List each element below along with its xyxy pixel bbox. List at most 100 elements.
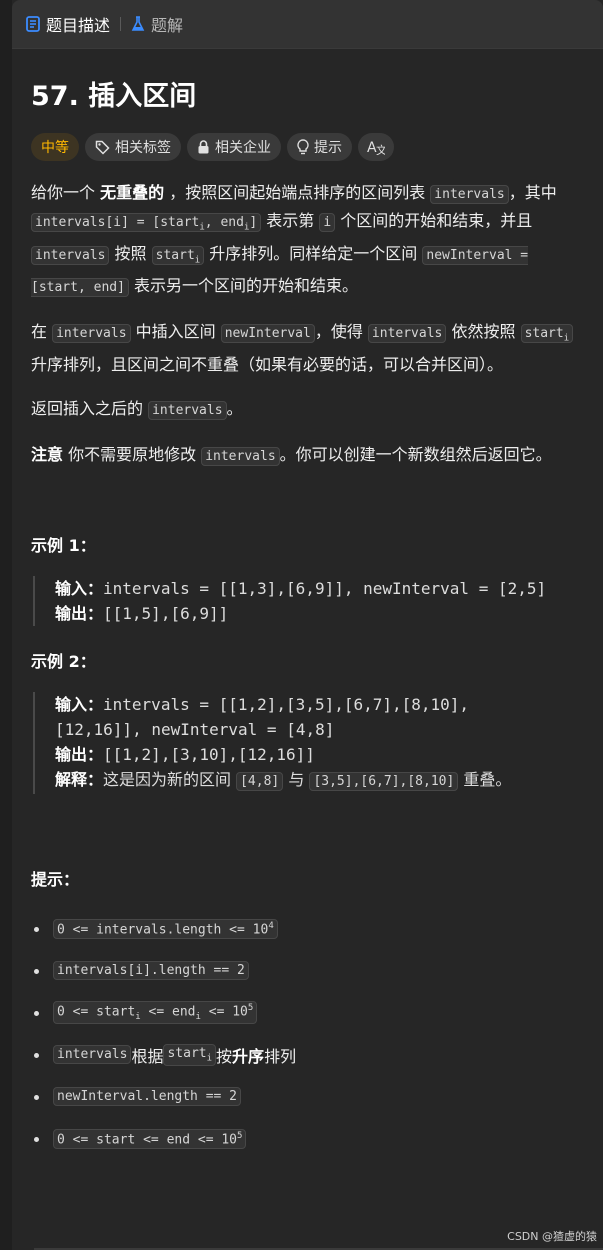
- inline-code: [3,5],[6,7],[8,10]: [309, 771, 459, 791]
- constraint-item: newInterval.length == 2: [31, 1076, 585, 1118]
- example-2-explanation-line: 解释：这是因为新的区间 [4,8] 与 [3,5],[6,7],[8,10] 重…: [55, 767, 585, 794]
- inline-code: starti: [520, 324, 574, 344]
- hint-label: 提示: [314, 140, 342, 156]
- code-text: <= end: [140, 1004, 196, 1020]
- inline-code: 0 <= intervals.length <= 104: [53, 918, 278, 939]
- code-text: , end: [204, 215, 244, 230]
- text: 中插入区间: [130, 322, 221, 342]
- related-companies-label: 相关企业: [215, 140, 271, 156]
- page-title: 57. 插入区间: [31, 81, 197, 112]
- translate-button[interactable]: A 文: [358, 133, 394, 161]
- inline-code: intervals: [367, 324, 447, 344]
- related-tags-button[interactable]: 相关标签: [85, 133, 181, 161]
- inline-code: i: [319, 213, 336, 232]
- constraint-item: 0 <= starti <= endi <= 105: [31, 992, 585, 1034]
- text: 这是因为新的区间: [103, 769, 237, 789]
- example-2-title: 示例 2：: [31, 651, 96, 671]
- related-tags-label: 相关标签: [115, 140, 171, 156]
- constraints-list: 0 <= intervals.length <= 104 intervals[i…: [31, 908, 585, 1160]
- description-paragraph-3: 返回插入之后的 intervals。: [31, 396, 585, 424]
- constraint-item: 0 <= start <= end <= 105: [31, 1118, 585, 1160]
- inline-code: newInterval: [220, 324, 315, 344]
- constraint-item: intervals 根据 starti 按 升序 排列: [31, 1034, 585, 1076]
- description-paragraph-2: 在 intervals 中插入区间 newInterval ，使得 interva…: [31, 319, 585, 378]
- code-text: 0 <= start: [57, 1004, 136, 1020]
- bold-text: 升序: [232, 1046, 265, 1066]
- text: 重叠。: [458, 769, 512, 789]
- input-label: 输入：: [55, 578, 104, 598]
- tab-solutions[interactable]: 题解: [131, 12, 183, 36]
- tag-row: 中等 相关标签 相关企业 提示 A 文: [31, 133, 585, 161]
- tab-description-label: 题目描述: [46, 16, 111, 35]
- problem-panel: 题目描述 题解 57. 插入区间 中等 相关标签 相关企业 提示 A 文 给你一…: [12, 0, 603, 1250]
- text: 升序排列。同样给定一个区间: [204, 243, 423, 263]
- inline-code: starti: [151, 245, 205, 266]
- inline-code: intervals: [148, 400, 227, 420]
- example-2-block: 输入：intervals = [[1,2],[3,5],[6,7],[8,10]…: [33, 691, 585, 794]
- text: 依然按照: [446, 322, 521, 342]
- code-text: ]: [249, 215, 258, 230]
- flask-icon: [131, 16, 145, 31]
- tab-divider: [120, 17, 122, 31]
- code-text: 0 <= intervals.length <= 10: [57, 921, 269, 937]
- text: 按照: [109, 243, 152, 263]
- superscript: 5: [237, 1130, 243, 1141]
- example-1-output-line: 输出：[[1,5],[6,9]]: [55, 601, 585, 626]
- text: 排列: [264, 1046, 297, 1066]
- output-label: 输出：: [55, 744, 104, 764]
- subscript: i: [206, 1053, 213, 1064]
- lock-icon: [198, 140, 209, 154]
- example-1-title: 示例 1：: [31, 535, 96, 555]
- inline-code: intervals: [201, 446, 280, 466]
- code-text: start: [524, 326, 564, 342]
- text: 表示另一个区间的开始和结束。: [128, 276, 359, 296]
- inline-code: intervals: [52, 324, 131, 344]
- tab-solutions-label: 题解: [151, 16, 184, 35]
- output-value: [[1,2],[3,10],[12,16]]: [103, 744, 315, 764]
- explanation-label: 解释：: [55, 769, 104, 789]
- inline-code: intervals[i].length == 2: [53, 961, 249, 981]
- inline-code: 0 <= start <= end <= 105: [53, 1128, 247, 1149]
- input-value: intervals = [[1,2],[3,5],[6,7],[8,10],: [103, 694, 470, 714]
- inline-code: intervals[i] = [starti, endi]: [31, 213, 262, 233]
- inline-code: [4,8]: [236, 771, 284, 791]
- tag-icon: [95, 140, 110, 155]
- constraint-item: 0 <= intervals.length <= 104: [31, 908, 585, 950]
- inline-code: intervals: [430, 185, 509, 204]
- text: 升序排列，且区间之间不重叠（如果有必要的话，可以合并区间）。: [31, 354, 504, 374]
- bold-text: 注意: [31, 444, 64, 464]
- inline-code: intervals: [31, 245, 110, 265]
- inline-code: intervals: [53, 1045, 132, 1065]
- code-text: start: [167, 1045, 207, 1061]
- output-value: [[1,5],[6,9]]: [103, 603, 229, 623]
- difficulty-badge: 中等: [31, 133, 79, 161]
- translate-icon: A 文: [367, 140, 385, 155]
- text: 表示第: [261, 211, 320, 230]
- hint-button[interactable]: 提示: [287, 133, 352, 161]
- tab-description[interactable]: 题目描述: [26, 12, 110, 36]
- text: 根据: [131, 1046, 164, 1066]
- example-2-output-line: 输出：[[1,2],[3,10],[12,16]]: [55, 742, 585, 767]
- text: 给你一个: [31, 183, 101, 202]
- document-icon: [26, 16, 40, 32]
- text: 返回插入之后的: [31, 398, 149, 418]
- tab-bar: 题目描述 题解: [12, 0, 603, 49]
- text: 在: [31, 322, 53, 342]
- description-note: 注意 你不需要原地修改 intervals 。你可以创建一个新数组然后返回它。: [31, 442, 585, 470]
- text: 。: [226, 398, 243, 418]
- code-text: <= 10: [200, 1004, 248, 1020]
- text: 你不需要原地修改: [63, 444, 202, 464]
- lightbulb-icon: [297, 139, 309, 155]
- bold-text: 无重叠的: [100, 183, 165, 202]
- svg-text:文: 文: [376, 143, 385, 155]
- inline-code: 0 <= starti <= endi <= 105: [53, 1001, 258, 1025]
- example-1-input-line: 输入：intervals = [[1,3],[6,9]], newInterva…: [55, 576, 585, 601]
- related-companies-button[interactable]: 相关企业: [187, 133, 281, 161]
- input-label: 输入：: [55, 694, 104, 714]
- code-text: start: [155, 247, 195, 263]
- input-value: intervals = [[1,3],[6,9]], newInterval =…: [103, 578, 547, 598]
- superscript: 5: [247, 1003, 254, 1014]
- constraint-item: intervals[i].length == 2: [31, 950, 585, 992]
- subscript: i: [194, 255, 201, 266]
- subscript: i: [563, 333, 570, 344]
